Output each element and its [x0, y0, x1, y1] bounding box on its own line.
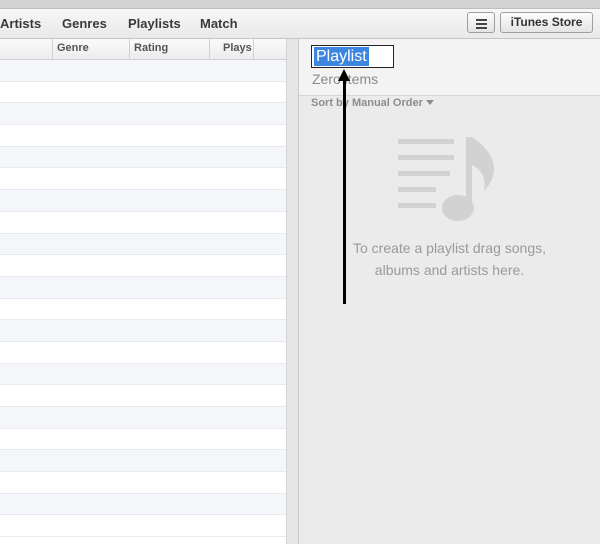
table-row[interactable] — [0, 82, 286, 104]
table-row[interactable] — [0, 190, 286, 212]
table-row[interactable] — [0, 212, 286, 234]
annotation-arrow-shaft — [343, 78, 346, 304]
table-row[interactable] — [0, 299, 286, 321]
playlist-name-selection: Playlist — [314, 47, 369, 66]
table-row[interactable] — [0, 493, 286, 516]
library-nav-bar: Artists Genres Playlists Match iTunes St… — [0, 9, 600, 39]
itunes-store-button[interactable]: iTunes Store — [500, 12, 593, 33]
table-row[interactable] — [0, 276, 286, 299]
tab-genres[interactable]: Genres — [62, 16, 107, 31]
window-top-strip — [0, 0, 600, 9]
table-row[interactable] — [0, 450, 286, 473]
chevron-down-icon[interactable] — [426, 100, 434, 105]
table-row[interactable] — [0, 342, 286, 364]
song-list-pane: Genre Rating Plays — [0, 39, 286, 544]
column-separator — [209, 39, 210, 59]
column-separator — [253, 39, 254, 59]
menu-button[interactable] — [467, 12, 495, 33]
table-row[interactable] — [0, 146, 286, 169]
table-row[interactable] — [0, 233, 286, 256]
song-rows — [0, 60, 286, 538]
annotation-arrow-head — [338, 69, 350, 81]
sort-order-dropdown[interactable]: Sort by Manual Order — [311, 97, 423, 109]
table-row[interactable] — [0, 407, 286, 429]
table-row[interactable] — [0, 515, 286, 538]
table-row[interactable] — [0, 363, 286, 386]
tab-playlists[interactable]: Playlists — [128, 16, 181, 31]
table-row[interactable] — [0, 60, 286, 82]
pane-splitter[interactable] — [286, 39, 299, 544]
column-separator — [129, 39, 130, 59]
column-header-rating[interactable]: Rating — [134, 42, 168, 54]
hamburger-icon — [476, 19, 487, 21]
table-row[interactable] — [0, 125, 286, 147]
column-header-genre[interactable]: Genre — [57, 42, 89, 54]
table-row[interactable] — [0, 385, 286, 407]
column-header-plays[interactable]: Plays — [223, 42, 252, 54]
table-row[interactable] — [0, 320, 286, 342]
playlist-music-note-icon — [398, 137, 494, 221]
column-header-bar: Genre Rating Plays — [0, 39, 286, 60]
tab-match[interactable]: Match — [200, 16, 238, 31]
table-row[interactable] — [0, 429, 286, 451]
table-row[interactable] — [0, 168, 286, 191]
table-row[interactable] — [0, 472, 286, 494]
table-row[interactable] — [0, 103, 286, 126]
tab-artists[interactable]: Artists — [0, 16, 41, 31]
table-row[interactable] — [0, 255, 286, 277]
column-separator — [52, 39, 53, 59]
